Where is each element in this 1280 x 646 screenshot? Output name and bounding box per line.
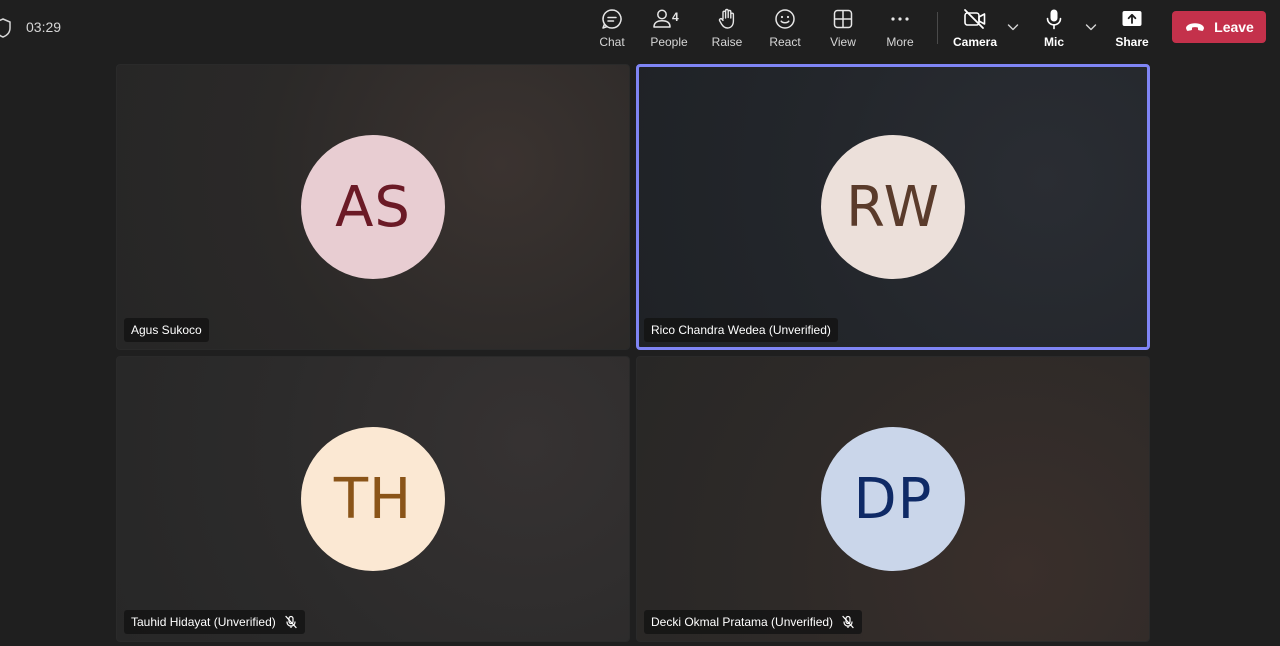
mic-muted-icon	[285, 615, 297, 629]
participant-name: Decki Okmal Pratama (Unverified)	[651, 615, 834, 629]
participant-name-label: Agus Sukoco	[124, 318, 209, 342]
microphone-icon	[1043, 6, 1065, 32]
grid-view-icon	[831, 6, 855, 32]
participant-avatar: AS	[301, 135, 445, 279]
participant-name-label: Rico Chandra Wedea (Unverified)	[644, 318, 838, 342]
camera-options-chevron-down-icon[interactable]	[1006, 20, 1020, 34]
leave-button[interactable]: Leave	[1172, 11, 1266, 43]
mic-button[interactable]: Mic	[1040, 6, 1068, 54]
view-button[interactable]: View	[828, 6, 858, 54]
participant-name: Tauhid Hidayat (Unverified)	[131, 615, 276, 629]
people-count-badge: 4	[672, 10, 679, 24]
meeting-timer: 03:29	[26, 19, 62, 35]
participant-tile-active-speaker[interactable]: RW Rico Chandra Wedea (Unverified)	[636, 64, 1150, 350]
mic-muted-icon	[842, 615, 854, 629]
participant-name-label: Tauhid Hidayat (Unverified)	[124, 610, 305, 634]
hand-icon	[715, 6, 739, 32]
participant-avatar: DP	[821, 427, 965, 571]
people-button[interactable]: 4 People	[648, 6, 690, 54]
react-button[interactable]: React	[769, 6, 801, 54]
participant-avatar: TH	[301, 427, 445, 571]
hang-up-icon	[1186, 23, 1205, 31]
participant-avatar: RW	[821, 135, 965, 279]
raise-hand-button[interactable]: Raise	[712, 6, 742, 54]
share-button[interactable]: Share	[1115, 6, 1149, 54]
more-dots-icon	[888, 6, 912, 32]
camera-off-icon	[962, 6, 988, 32]
participant-tile[interactable]: DP Decki Okmal Pratama (Unverified)	[636, 356, 1150, 642]
toolbar-divider	[937, 12, 938, 44]
participant-tile[interactable]: TH Tauhid Hidayat (Unverified)	[116, 356, 630, 642]
smiley-icon	[773, 6, 797, 32]
participant-name: Rico Chandra Wedea (Unverified)	[651, 323, 831, 337]
participant-name: Agus Sukoco	[131, 323, 202, 337]
camera-button[interactable]: Camera	[953, 6, 997, 54]
meeting-toolbar: 03:29 Chat 4 People Raise React View Mor…	[0, 0, 1280, 58]
chat-icon	[600, 6, 624, 32]
people-icon: 4	[648, 6, 690, 32]
more-button[interactable]: More	[884, 6, 916, 54]
chat-button[interactable]: Chat	[597, 6, 627, 54]
participant-name-label: Decki Okmal Pratama (Unverified)	[644, 610, 863, 634]
shield-icon	[0, 18, 11, 38]
participant-tile[interactable]: AS Agus Sukoco	[116, 64, 630, 350]
share-screen-icon	[1120, 6, 1144, 32]
mic-options-chevron-down-icon[interactable]	[1084, 20, 1098, 34]
